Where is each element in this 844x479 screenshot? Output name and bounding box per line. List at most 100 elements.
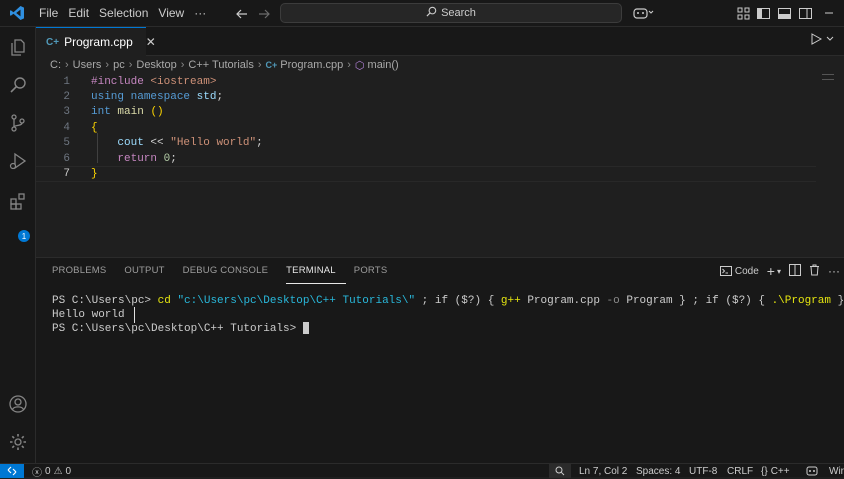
- code-token: "Hello world": [170, 137, 257, 150]
- new-terminal-icon[interactable]: +: [767, 263, 775, 279]
- trash-icon[interactable]: [809, 264, 820, 279]
- menu-more[interactable]: ···: [189, 0, 211, 27]
- warning-icon: ⚠: [53, 465, 63, 477]
- tab-output[interactable]: OUTPUT: [124, 258, 174, 284]
- code-token: using: [91, 91, 125, 104]
- run-and-debug-icon[interactable]: [0, 143, 36, 179]
- search-placeholder: Search: [441, 7, 476, 19]
- language-label: C++: [770, 465, 790, 477]
- toggle-panel-icon[interactable]: [776, 5, 792, 21]
- code-token: std: [196, 91, 217, 104]
- tab-program-cpp[interactable]: C+ Program.cpp ✕: [36, 27, 156, 56]
- bottom-panel: PROBLEMS OUTPUT DEBUG CONSOLE TERMINAL P…: [36, 257, 844, 463]
- code-line-current: 7 }: [36, 166, 816, 182]
- breadcrumb-pc[interactable]: pc: [113, 59, 125, 71]
- back-arrow-icon[interactable]: [233, 5, 251, 23]
- source-control-icon[interactable]: [0, 105, 36, 141]
- breadcrumb: C: › Users › pc › Desktop › C++ Tutorials › C…: [36, 56, 844, 74]
- copilot-icon[interactable]: [632, 5, 656, 21]
- extensions-icon[interactable]: [0, 183, 36, 219]
- run-code-button[interactable]: [810, 33, 834, 45]
- code-token: }: [91, 168, 98, 181]
- terminal-output-line: Hello world: [52, 309, 125, 321]
- mouse-cursor-icon: [134, 307, 136, 323]
- menu-bar: File Edit Selection View ···: [34, 0, 211, 27]
- line-number: 5: [63, 137, 70, 150]
- cursor-position[interactable]: Ln 7, Col 2: [579, 464, 627, 478]
- toggle-primary-sidebar-icon[interactable]: [755, 5, 771, 21]
- line-number: 4: [63, 121, 70, 134]
- menu-edit[interactable]: Edit: [63, 0, 94, 27]
- method-icon: ⬡: [354, 59, 365, 72]
- terminal-flag: -o: [606, 295, 620, 307]
- tab-ports[interactable]: PORTS: [354, 258, 398, 284]
- terminal-text: ; if ($?) {: [415, 295, 501, 307]
- encoding-status[interactable]: UTF-8: [689, 464, 717, 478]
- terminal-shell-selector[interactable]: Code: [719, 265, 759, 277]
- problems-status[interactable]: ⓧ 0 ⚠ 0: [32, 464, 71, 479]
- terminal-output[interactable]: PS C:\Users\pc> cd "c:\Users\pc\Desktop\…: [52, 294, 844, 336]
- chevron-down-icon[interactable]: ▾: [777, 267, 781, 276]
- editor-tab-bar: C+ Program.cpp ✕: [36, 27, 844, 56]
- line-number: 7: [63, 168, 70, 181]
- customize-layout-icon[interactable]: [735, 5, 751, 21]
- line-number: 1: [63, 75, 70, 88]
- terminal-text: Program.cpp: [520, 295, 607, 307]
- remote-indicator-icon[interactable]: [0, 464, 24, 478]
- minimize-icon[interactable]: [821, 5, 837, 21]
- breadcrumb-drive[interactable]: C:: [50, 59, 61, 71]
- code-line: 2 using namespace std;: [36, 89, 816, 104]
- play-icon: [811, 33, 822, 45]
- code-token: <<: [150, 137, 164, 150]
- command-center-search[interactable]: Search: [280, 3, 622, 23]
- toggle-secondary-sidebar-icon[interactable]: [797, 5, 813, 21]
- menu-file[interactable]: File: [34, 0, 63, 27]
- code-token: int: [91, 106, 111, 119]
- terminal-cmd: cd: [157, 295, 171, 307]
- close-tab-icon[interactable]: ✕: [146, 35, 156, 49]
- chevron-down-icon: [826, 36, 834, 41]
- activity-bar: 1: [0, 27, 36, 463]
- terminal-prompt: PS C:\Users\pc>: [52, 295, 158, 307]
- breadcrumb-symbol[interactable]: main(): [368, 59, 399, 71]
- code-token: <iostream>: [150, 75, 217, 88]
- extra-status[interactable]: Wir: [829, 464, 844, 478]
- more-actions-icon[interactable]: ···: [828, 264, 840, 278]
- code-line: 5 cout << "Hello world";: [36, 136, 816, 151]
- tab-debug-console[interactable]: DEBUG CONSOLE: [183, 258, 278, 284]
- breadcrumb-file[interactable]: Program.cpp: [280, 59, 343, 71]
- language-mode[interactable]: {} C++: [761, 464, 790, 478]
- line-number: 6: [63, 152, 70, 165]
- explorer-icon[interactable]: [0, 29, 36, 65]
- accounts-icon[interactable]: [0, 386, 36, 422]
- breadcrumb-folder[interactable]: C++ Tutorials: [188, 59, 253, 71]
- tab-problems[interactable]: PROBLEMS: [52, 258, 116, 284]
- terminal-prompt: PS C:\Users\pc\Desktop\C++ Tutorials>: [52, 323, 303, 335]
- minimap-icon: [822, 74, 834, 80]
- terminal-arg: "c:\Users\pc\Desktop\C++ Tutorials\": [177, 295, 416, 307]
- breadcrumb-desktop[interactable]: Desktop: [136, 59, 176, 71]
- code-token: return: [117, 152, 158, 165]
- settings-gear-icon[interactable]: [0, 424, 36, 460]
- cpp-file-icon: C+: [265, 60, 278, 70]
- code-editor[interactable]: 1 #include <iostream> 2 using namespace …: [36, 74, 844, 257]
- search-view-icon[interactable]: [0, 67, 36, 103]
- indent-guide: [97, 133, 98, 163]
- menu-view[interactable]: View: [153, 0, 189, 27]
- error-icon: ⓧ: [32, 467, 42, 479]
- breadcrumb-users[interactable]: Users: [73, 59, 102, 71]
- code-token: cout: [117, 137, 144, 150]
- code-token: namespace: [130, 91, 191, 104]
- indentation-status[interactable]: Spaces: 4: [636, 464, 680, 478]
- terminal-text: Program } ; if ($?) {: [619, 295, 772, 307]
- forward-arrow-icon[interactable]: [255, 5, 273, 23]
- terminal-cmd: .\Program: [771, 295, 831, 307]
- code-token: #include: [91, 75, 144, 88]
- eol-status[interactable]: CRLF: [727, 464, 753, 478]
- split-terminal-icon[interactable]: [789, 263, 801, 279]
- error-count: 0: [45, 465, 51, 477]
- tab-terminal[interactable]: TERMINAL: [286, 258, 346, 284]
- copilot-status-icon[interactable]: [806, 464, 818, 478]
- zoom-icon[interactable]: [549, 464, 571, 478]
- menu-selection[interactable]: Selection: [94, 0, 153, 27]
